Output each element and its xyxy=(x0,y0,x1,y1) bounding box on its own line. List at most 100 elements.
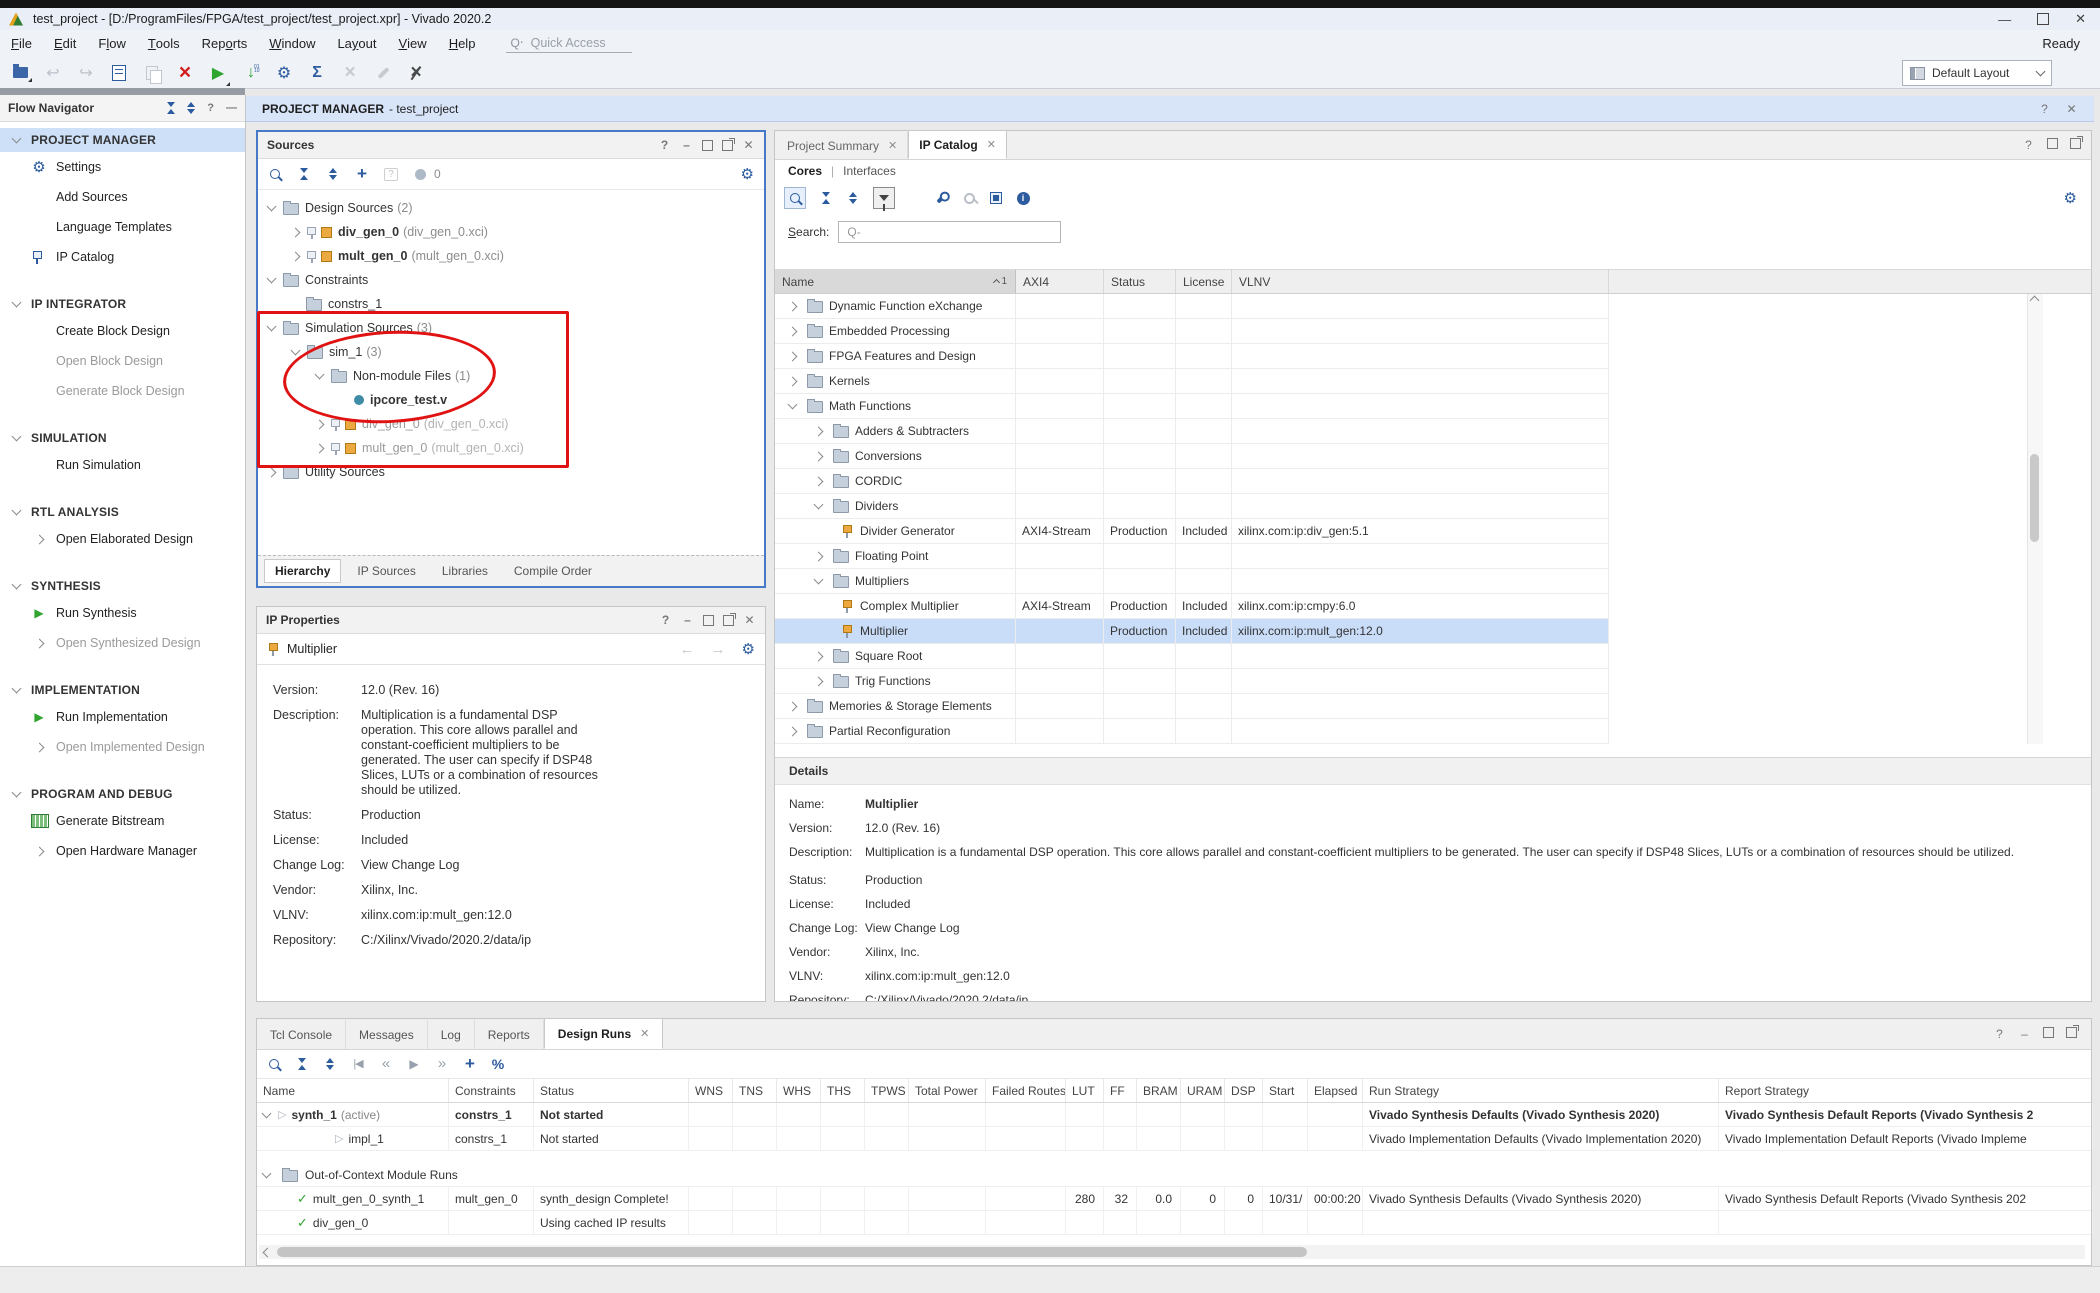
sidebar-item-open-implemented-design[interactable]: Open Implemented Design xyxy=(0,732,245,762)
search-field[interactable] xyxy=(838,221,1061,243)
chevron-down-icon[interactable] xyxy=(291,346,301,356)
sidebar-item-open-block-design[interactable]: Open Block Design xyxy=(0,346,245,376)
chevron-right-icon[interactable] xyxy=(814,426,824,436)
tab-project-summary[interactable]: Project Summary✕ xyxy=(777,132,908,159)
source-item-constraints[interactable]: Constraints xyxy=(258,268,764,292)
close-icon[interactable]: ✕ xyxy=(2065,102,2078,115)
catalog-row-cordic[interactable]: CORDIC xyxy=(775,469,1609,494)
scrollbar-thumb[interactable] xyxy=(277,1247,1307,1257)
chevron-right-icon[interactable] xyxy=(814,651,824,661)
add-ip-icon[interactable] xyxy=(908,190,922,206)
float-icon[interactable] xyxy=(2066,1027,2077,1038)
catalog-row-multipliers[interactable]: Multipliers xyxy=(775,569,1609,594)
search-input[interactable] xyxy=(845,224,1029,240)
customize-icon[interactable] xyxy=(935,190,949,206)
column-header-elapsed[interactable]: Elapsed xyxy=(1308,1079,1363,1102)
field-value[interactable]: Production xyxy=(361,808,421,823)
cancel-icon[interactable] xyxy=(336,60,364,85)
run-row-synth-1[interactable]: ▷synth_1(active)constrs_1Not startedViva… xyxy=(257,1103,2091,1127)
save-icon[interactable] xyxy=(105,60,133,85)
sidebar-item-language-templates[interactable]: Language Templates xyxy=(0,212,245,242)
column-header-license[interactable]: License xyxy=(1176,270,1232,293)
expand-all-icon[interactable] xyxy=(187,102,195,114)
catalog-row-adders-subtracters[interactable]: Adders & Subtracters xyxy=(775,419,1609,444)
chevron-right-icon[interactable] xyxy=(788,301,798,311)
help-icon[interactable]: ? xyxy=(2038,102,2051,115)
column-header-whs[interactable]: WHS xyxy=(777,1079,821,1102)
sidebar-grip[interactable] xyxy=(0,88,245,95)
help-icon[interactable]: ? xyxy=(1993,1027,2006,1040)
catalog-row-embedded-processing[interactable]: Embedded Processing xyxy=(775,319,1609,344)
chevron-right-icon[interactable] xyxy=(315,419,325,429)
sources-tab-compile-order[interactable]: Compile Order xyxy=(504,560,602,582)
edit-icon[interactable] xyxy=(369,60,397,85)
view-cores[interactable]: Cores xyxy=(788,164,822,178)
tab-messages[interactable]: Messages xyxy=(346,1020,428,1049)
column-header-vlnv[interactable]: VLNV xyxy=(1232,270,1609,293)
sidebar-item-generate-bitstream[interactable]: Generate Bitstream xyxy=(0,806,245,836)
window-close-button[interactable]: ✕ xyxy=(2075,11,2086,27)
catalog-row-math-functions[interactable]: Math Functions xyxy=(775,394,1609,419)
chevron-down-icon[interactable] xyxy=(262,1108,272,1118)
run-row-div-gen-0[interactable]: ✓div_gen_0Using cached IP results xyxy=(257,1211,2091,1235)
column-header-ff[interactable]: FF xyxy=(1104,1079,1137,1102)
sidebar-item-run-simulation[interactable]: Run Simulation xyxy=(0,450,245,480)
column-header-name[interactable]: Name xyxy=(257,1079,449,1102)
sidebar-item-open-elaborated-design[interactable]: Open Elaborated Design xyxy=(0,524,245,554)
source-item-simulation-sources[interactable]: Simulation Sources(3) xyxy=(258,316,764,340)
minimize-icon[interactable]: – xyxy=(681,614,694,627)
sidebar-section-rtl-analysis[interactable]: RTL ANALYSIS xyxy=(0,500,245,524)
column-header-tpws[interactable]: TPWS xyxy=(865,1079,909,1102)
chevron-right-icon[interactable] xyxy=(814,676,824,686)
percent-icon[interactable] xyxy=(491,1056,505,1072)
chevron-down-icon[interactable] xyxy=(315,370,325,380)
next-icon[interactable] xyxy=(435,1056,449,1072)
undo-icon[interactable] xyxy=(39,60,67,85)
column-header-report-strategy[interactable]: Report Strategy xyxy=(1719,1079,2093,1102)
sources-tab-ip-sources[interactable]: IP Sources xyxy=(347,560,425,582)
close-tab-icon[interactable]: ✕ xyxy=(640,1027,649,1040)
menu-tools[interactable]: Tools xyxy=(137,30,191,57)
run-row-mult-gen-0-synth-1[interactable]: ✓mult_gen_0_synth_1mult_gen_0synth_desig… xyxy=(257,1187,2091,1211)
help-icon[interactable]: ? xyxy=(2022,138,2035,151)
tab-reports[interactable]: Reports xyxy=(475,1020,544,1049)
source-item-div-gen-0[interactable]: div_gen_0(div_gen_0.xci) xyxy=(258,220,764,244)
chevron-down-icon[interactable] xyxy=(267,274,277,284)
source-item-constrs-1[interactable]: constrs_1 xyxy=(258,292,764,316)
menu-view[interactable]: View xyxy=(388,30,438,57)
menu-layout[interactable]: Layout xyxy=(326,30,387,57)
chevron-right-icon[interactable] xyxy=(814,551,824,561)
source-item-non-module-files[interactable]: Non-module Files(1) xyxy=(258,364,764,388)
catalog-row-divider-generator[interactable]: Divider GeneratorAXI4-StreamProductionIn… xyxy=(775,519,1609,544)
chevron-down-icon[interactable] xyxy=(262,1168,272,1178)
sidebar-section-project-manager[interactable]: PROJECT MANAGER xyxy=(0,128,245,152)
search-icon[interactable] xyxy=(267,1056,281,1072)
minimize-icon[interactable]: – xyxy=(2018,1027,2031,1040)
source-item-div-gen-0[interactable]: div_gen_0(div_gen_0.xci) xyxy=(258,412,764,436)
sidebar-item-settings[interactable]: ⚙Settings xyxy=(0,152,245,182)
copy-icon[interactable] xyxy=(138,60,166,85)
menu-edit[interactable]: Edit xyxy=(43,30,87,57)
settings-icon[interactable] xyxy=(270,60,298,85)
catalog-row-conversions[interactable]: Conversions xyxy=(775,444,1609,469)
sidebar-item-run-implementation[interactable]: ▶Run Implementation xyxy=(0,702,245,732)
layout-selector[interactable]: Default Layout xyxy=(1902,60,2052,86)
chevron-right-icon[interactable] xyxy=(814,451,824,461)
chevron-down-icon[interactable] xyxy=(788,400,798,410)
source-item-utility-sources[interactable]: Utility Sources xyxy=(258,460,764,484)
column-header-uram[interactable]: URAM xyxy=(1181,1079,1225,1102)
maximize-icon[interactable] xyxy=(2043,1027,2054,1038)
delete-icon[interactable] xyxy=(171,60,199,85)
source-item-ipcore-test-v[interactable]: ipcore_test.v xyxy=(258,388,764,412)
horizontal-scrollbar[interactable] xyxy=(259,1245,2085,1259)
catalog-row-dynamic-function-exchange[interactable]: Dynamic Function eXchange xyxy=(775,294,1609,319)
maximize-icon[interactable] xyxy=(2047,138,2058,149)
help-icon[interactable]: ? xyxy=(207,102,214,114)
runs-group-row[interactable]: Out-of-Context Module Runs xyxy=(257,1163,2091,1187)
step-icon[interactable] xyxy=(237,60,265,85)
field-value[interactable]: View Change Log xyxy=(865,921,960,936)
catalog-row-square-root[interactable]: Square Root xyxy=(775,644,1609,669)
chevron-right-icon[interactable] xyxy=(291,227,301,237)
maximize-icon[interactable] xyxy=(702,140,713,151)
sidebar-item-open-synthesized-design[interactable]: Open Synthesized Design xyxy=(0,628,245,658)
